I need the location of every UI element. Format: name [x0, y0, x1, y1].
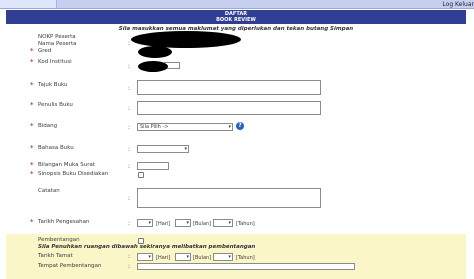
required-marker: *: [30, 170, 34, 178]
top-bar: Log Keluar: [0, 0, 474, 9]
required-marker: *: [30, 122, 34, 130]
nokp-label: NOKP Peserta: [38, 34, 76, 40]
muka-surat-input[interactable]: [137, 162, 169, 170]
tamat-label: Tarikh Tamat: [38, 253, 73, 259]
required-marker: *: [30, 144, 34, 152]
month-unit: [Bulan]: [193, 221, 212, 227]
bidang-select[interactable]: Sila Pilih -> ▾: [137, 123, 233, 131]
kod-label: Kod Institusi: [38, 59, 72, 65]
chevron-down-icon: ▾: [148, 254, 151, 260]
chevron-down-icon: ▾: [228, 220, 231, 226]
bahasa-colon: :: [128, 146, 131, 153]
chevron-down-icon: ▾: [184, 146, 187, 152]
tajuk-colon: :: [128, 85, 131, 92]
chevron-down-icon: ▾: [228, 124, 231, 130]
tajuk-buku-input[interactable]: [137, 80, 321, 95]
tempat-colon: :: [128, 263, 131, 270]
chevron-down-icon: ▾: [148, 220, 151, 226]
form-header: DAFTAR BOOK REVIEW: [6, 10, 466, 24]
pengesahan-colon: :: [128, 220, 131, 227]
month-unit: [Bulan]: [193, 255, 212, 261]
day-unit: [Hari]: [156, 221, 171, 227]
day-unit: [Hari]: [156, 255, 171, 261]
penulis-label: Penulis Buku: [38, 102, 73, 108]
muka-colon: :: [128, 163, 131, 170]
tamat-year-select[interactable]: ▾: [213, 253, 233, 261]
required-marker: *: [30, 101, 34, 109]
top-bar-tab[interactable]: [0, 0, 57, 8]
sinopsis-label: Sinopsis Buku Disediakan: [38, 171, 109, 177]
tempat-label: Tempat Pembentangan: [38, 263, 102, 269]
pengesahan-day-select[interactable]: ▾: [137, 219, 153, 227]
tajuk-label: Tajuk Buku: [38, 82, 68, 88]
penulis-buku-input[interactable]: [137, 101, 321, 115]
required-marker: *: [30, 218, 34, 226]
bahasa-label: Bahasa Buku: [38, 145, 74, 151]
bidang-selected-value: Sila Pilih ->: [140, 124, 169, 130]
muka-label: Bilangan Muka Surat: [38, 162, 95, 168]
year-unit: [Tahun]: [236, 255, 255, 261]
form-notice: Sila masukkan semua maklumat yang diperl…: [118, 26, 354, 32]
chevron-down-icon: ▾: [186, 220, 189, 226]
redaction-scribble: [138, 61, 168, 72]
tamat-colon: :: [128, 253, 131, 260]
chevron-down-icon: ▾: [186, 254, 189, 260]
pembentangan-label: Pembentangan: [38, 237, 80, 243]
nama-colon: :: [128, 40, 131, 47]
tamat-day-select[interactable]: ▾: [137, 253, 153, 261]
pengesahan-year-select[interactable]: ▾: [213, 219, 233, 227]
tamat-month-select[interactable]: ▾: [175, 253, 191, 261]
help-icon[interactable]: ?: [236, 122, 244, 130]
chevron-down-icon: ▾: [228, 254, 231, 260]
required-marker: *: [30, 47, 34, 55]
pembentangan-instruction: Sila Penuhkan ruangan dibawah sekiranya …: [38, 244, 256, 250]
bahasa-select[interactable]: ▾: [137, 145, 189, 153]
kod-colon: :: [128, 63, 131, 70]
required-marker: *: [30, 81, 34, 89]
bidang-label: Bidang: [38, 123, 58, 129]
catatan-label: Catatan: [38, 188, 60, 194]
penulis-colon: :: [128, 105, 131, 112]
redaction-scribble: [138, 46, 172, 58]
bidang-colon: :: [128, 124, 131, 131]
logout-link[interactable]: Log Keluar: [442, 1, 474, 8]
pengesahan-label: Tarikh Pengesahan: [38, 219, 90, 225]
sinopsis-checkbox[interactable]: [138, 172, 144, 178]
catatan-textarea[interactable]: [137, 188, 321, 208]
redaction-scribble: [131, 31, 241, 48]
catatan-colon: :: [128, 195, 131, 202]
gred-label: Gred: [38, 48, 52, 54]
year-unit: [Tahun]: [236, 221, 255, 227]
nama-label: Nama Peserta: [38, 41, 77, 47]
tempat-input[interactable]: [137, 263, 355, 270]
pengesahan-month-select[interactable]: ▾: [175, 219, 191, 227]
required-marker: *: [30, 58, 34, 66]
form-subtitle: BOOK REVIEW: [216, 17, 256, 23]
required-marker: *: [30, 161, 34, 169]
